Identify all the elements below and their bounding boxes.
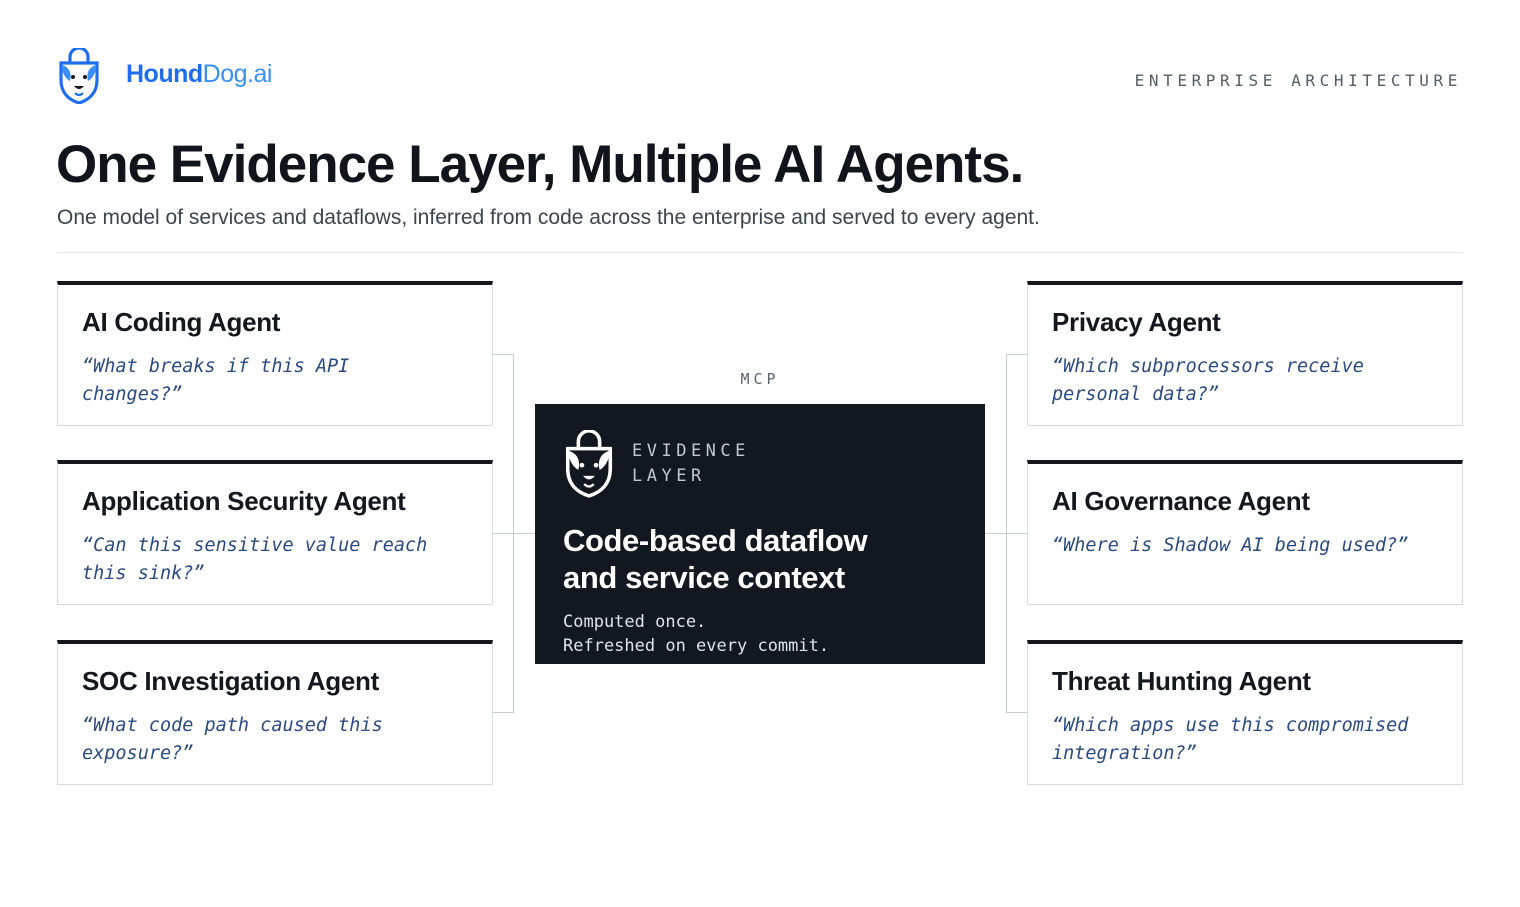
header-divider — [57, 252, 1463, 253]
evidence-layer-tag: EVIDENCE LAYER — [632, 439, 750, 489]
agent-card-ai-coding: AI Coding Agent “What breaks if this API… — [57, 281, 493, 426]
agent-question: “Can this sensitive value reach this sin… — [82, 535, 428, 584]
agent-question: “Which apps use this compromised integra… — [1052, 715, 1409, 764]
agent-question: “What code path caused this exposure?” — [82, 715, 383, 764]
agent-card-soc-investigation: SOC Investigation Agent “What code path … — [57, 640, 493, 785]
evidence-layer-tag-line2: LAYER — [632, 466, 706, 486]
evidence-layer-title-line1: Code-based dataflow — [563, 523, 868, 558]
agent-card-application-security: Application Security Agent “Can this sen… — [57, 460, 493, 605]
page-subtitle: One model of services and dataflows, inf… — [57, 206, 1040, 229]
connector-right-middle — [985, 533, 1027, 534]
connector-left-bottom — [493, 712, 514, 713]
agent-name: SOC Investigation Agent — [82, 666, 379, 696]
connector-left-top — [493, 354, 514, 355]
evidence-layer-description-line2: Refreshed on every commit. — [563, 636, 830, 656]
evidence-layer-title-line2: and service context — [563, 560, 845, 595]
agent-card-ai-governance: AI Governance Agent “Where is Shadow AI … — [1027, 460, 1463, 605]
brand-wordmark-part2: Dog.ai — [202, 59, 273, 88]
brand-wordmark: HoundDog.ai — [126, 60, 272, 89]
agent-name: AI Governance Agent — [1052, 486, 1310, 516]
brand-logo[interactable]: HoundDog.ai — [57, 48, 272, 104]
evidence-layer-box: EVIDENCE LAYER Code-based dataflow and s… — [535, 404, 985, 664]
evidence-layer-tag-line1: EVIDENCE — [632, 441, 750, 461]
agent-card-privacy: Privacy Agent “Which subprocessors recei… — [1027, 281, 1463, 426]
agent-name: AI Coding Agent — [82, 307, 281, 337]
section-kicker: ENTERPRISE ARCHITECTURE — [1134, 71, 1462, 90]
evidence-layer-header: EVIDENCE LAYER — [563, 430, 957, 498]
agent-name: Application Security Agent — [82, 486, 406, 516]
connector-right-top — [1006, 354, 1027, 355]
protocol-label: MCP — [740, 370, 780, 388]
agent-question: “Which subprocessors receive personal da… — [1052, 356, 1364, 405]
brand-wordmark-part1: Hound — [126, 59, 203, 88]
evidence-layer-title: Code-based dataflow and service context — [563, 522, 957, 596]
evidence-layer-description-line1: Computed once. — [563, 612, 707, 632]
hound-dog-logo-icon — [59, 48, 99, 104]
connector-right-bottom — [1006, 712, 1027, 713]
agent-name: Threat Hunting Agent — [1052, 666, 1311, 696]
page-title: One Evidence Layer, Multiple AI Agents. — [56, 135, 1024, 194]
connector-left-middle — [493, 533, 535, 534]
evidence-layer-description: Computed once. Refreshed on every commit… — [563, 610, 957, 658]
agent-name: Privacy Agent — [1052, 307, 1221, 337]
hound-dog-shield-icon — [565, 430, 613, 498]
agent-question: “What breaks if this API changes?” — [82, 356, 350, 405]
agent-card-threat-hunting: Threat Hunting Agent “Which apps use thi… — [1027, 640, 1463, 785]
agent-question: “Where is Shadow AI being used?” — [1052, 535, 1409, 556]
